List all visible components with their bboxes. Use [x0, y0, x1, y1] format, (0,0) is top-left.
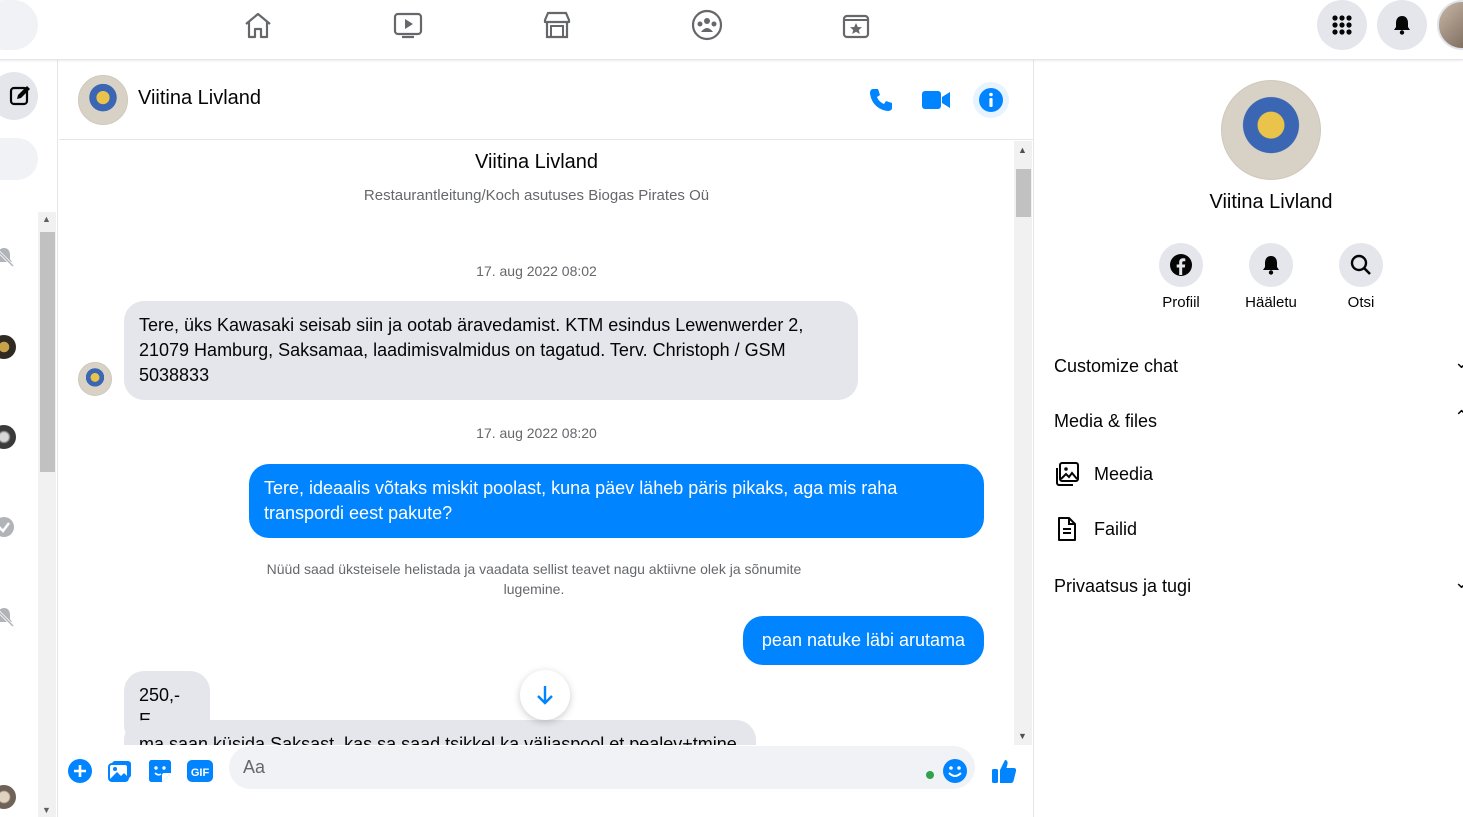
contact-avatar[interactable] — [78, 75, 128, 125]
conversation-pane: Viitina Livland Viitina Livland Restaura… — [59, 60, 1033, 817]
incoming-message[interactable]: ma saan küsida Saksast, kas sa saad tsik… — [124, 720, 756, 745]
search-icon[interactable] — [1339, 243, 1383, 287]
contact-profile-picture[interactable] — [1221, 80, 1321, 180]
intro-contact-name: Viitina Livland — [474, 151, 599, 173]
compose-icon[interactable] — [0, 72, 38, 120]
gif-icon[interactable]: GIF — [186, 757, 214, 785]
online-status-dot — [926, 771, 934, 779]
conversation-header: Viitina Livland — [59, 60, 1033, 140]
file-icon — [1054, 516, 1080, 542]
info-icon[interactable] — [973, 82, 1009, 118]
gif-label: GIF — [191, 767, 210, 779]
system-notice: Nüüd saad üksteisele helistada ja vaadat… — [266, 561, 802, 597]
intro-contact-subtitle: Restaurantleitung/Koch asutuses Biogas P… — [363, 187, 710, 204]
outgoing-message[interactable]: Tere, ideaalis võtaks miskit poolast, ku… — [249, 464, 984, 538]
chat-list-scrollbar[interactable]: ▲ ▼ — [38, 212, 56, 817]
home-icon[interactable] — [241, 8, 275, 42]
sticker-icon[interactable] — [146, 757, 174, 785]
outgoing-message[interactable]: pean natuke läbi arutama — [743, 616, 984, 665]
conversation-scrollbar[interactable]: ▲ ▼ — [1014, 141, 1032, 745]
privacy-support-section[interactable]: Privaatsus ja tugi — [1054, 576, 1191, 597]
media-gallery-icon — [1054, 461, 1080, 487]
message-timestamp: 17. aug 2022 08:02 — [476, 263, 597, 279]
video-icon[interactable] — [391, 8, 425, 42]
files-item[interactable]: Failid — [1054, 516, 1137, 542]
video-call-icon[interactable] — [918, 82, 954, 118]
profile-button[interactable]: Profiil — [1141, 243, 1221, 311]
search-label: Otsi — [1347, 294, 1375, 311]
groups-icon[interactable] — [690, 8, 724, 42]
read-check-icon — [0, 515, 16, 539]
plus-icon[interactable] — [66, 757, 94, 785]
scroll-down-arrow-icon[interactable]: ▼ — [42, 805, 51, 815]
scroll-up-arrow-icon[interactable]: ▲ — [42, 214, 51, 224]
scroll-down-arrow-icon[interactable]: ▼ — [1018, 731, 1027, 741]
search-in-conversation-button[interactable]: Otsi — [1321, 243, 1401, 311]
mute-button[interactable]: Hääletu — [1231, 243, 1311, 311]
muted-icon[interactable] — [0, 245, 16, 269]
image-icon[interactable] — [106, 757, 134, 785]
chevron-down-icon[interactable]: ⌄ — [1454, 572, 1463, 593]
media-label: Meedia — [1094, 463, 1154, 484]
scrollbar-thumb[interactable] — [1016, 169, 1031, 217]
profile-label: Profiil — [1162, 294, 1200, 311]
conversation-info-panel: Viitina Livland Profiil Hääletu Otsi Cus… — [1033, 60, 1463, 817]
account-avatar[interactable] — [1437, 0, 1463, 50]
message-list: Viitina Livland Restaurantleitung/Koch a… — [59, 141, 1014, 745]
media-files-section[interactable]: Media & files — [1054, 411, 1157, 432]
notifications-icon[interactable] — [1377, 0, 1427, 50]
muted-icon[interactable] — [0, 605, 16, 629]
contact-name[interactable]: Viitina Livland — [138, 87, 261, 110]
message-composer: GIF — [59, 745, 1033, 817]
panel-contact-name: Viitina Livland — [1209, 191, 1333, 213]
menu-grid-icon[interactable] — [1317, 0, 1367, 50]
media-item[interactable]: Meedia — [1054, 461, 1153, 487]
top-navigation — [0, 0, 1463, 60]
chat-list-rail: ▲ ▼ — [0, 60, 58, 817]
customize-chat-section[interactable]: Customize chat — [1054, 356, 1178, 377]
facebook-search[interactable] — [0, 0, 38, 50]
bell-icon[interactable] — [1249, 243, 1293, 287]
incoming-message[interactable]: Tere, üks Kawasaki seisab siin ja ootab … — [124, 301, 858, 400]
mute-label: Hääletu — [1245, 294, 1297, 311]
chevron-down-icon[interactable]: ⌄ — [1454, 352, 1463, 373]
chevron-up-icon[interactable]: ⌃ — [1454, 407, 1463, 428]
arrow-down-icon[interactable] — [520, 670, 570, 720]
thumbs-up-icon[interactable] — [990, 757, 1018, 785]
phone-icon[interactable] — [863, 82, 899, 118]
conversation-avatar[interactable] — [0, 785, 16, 809]
scrollbar-thumb[interactable] — [40, 232, 55, 472]
scroll-up-arrow-icon[interactable]: ▲ — [1018, 145, 1027, 155]
sender-avatar[interactable] — [78, 362, 112, 396]
conversation-avatar[interactable] — [0, 335, 16, 359]
message-input[interactable] — [229, 746, 975, 789]
message-timestamp: 17. aug 2022 08:20 — [476, 425, 597, 441]
marketplace-icon[interactable] — [540, 8, 574, 42]
facebook-icon[interactable] — [1159, 243, 1203, 287]
chat-search-input[interactable] — [0, 138, 38, 180]
emoji-icon[interactable] — [941, 757, 969, 785]
conversation-avatar[interactable] — [0, 425, 16, 449]
gaming-icon[interactable] — [839, 8, 873, 42]
files-label: Failid — [1094, 518, 1138, 539]
